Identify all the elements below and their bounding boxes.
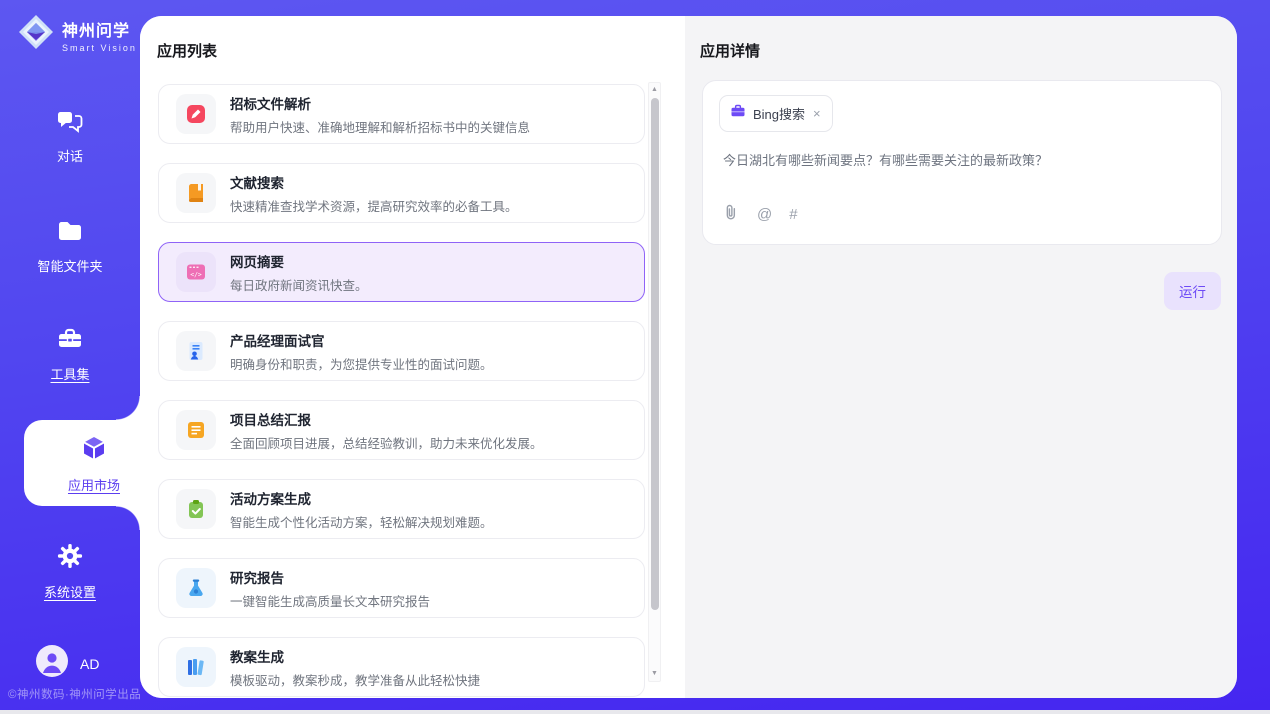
content-panel: 应用列表 招标文件解析 帮助用户快速、准确地理解和解析招标书中的关键信息 <box>140 16 1237 698</box>
app-card-desc: 明确身份和职责，为您提供专业性的面试问题。 <box>230 354 493 373</box>
cube-icon <box>79 433 109 468</box>
app-frame: 神州问学 Smart Vision 对话 智能文件夹 <box>0 0 1270 710</box>
mention-icon[interactable]: @ <box>757 207 772 222</box>
brand-logo: 神州问学 Smart Vision <box>16 12 137 57</box>
edit-doc-icon <box>176 94 216 134</box>
app-card-desc: 快速精准查找学术资源，提高研究效率的必备工具。 <box>230 196 518 215</box>
interviewer-icon <box>176 331 216 371</box>
app-card-title: 活动方案生成 <box>230 488 493 508</box>
sidebar-item-label: 工具集 <box>50 364 89 383</box>
scrollbar-thumb[interactable] <box>651 98 659 610</box>
app-card-lesson-plan[interactable]: 教案生成 模板驱动，教案秒成，教学准备从此轻松快捷 <box>158 637 645 697</box>
app-card-bid-analysis[interactable]: 招标文件解析 帮助用户快速、准确地理解和解析招标书中的关键信息 <box>158 84 645 144</box>
scroll-down-icon[interactable]: ▼ <box>649 667 660 681</box>
app-card-desc: 每日政府新闻资讯快查。 <box>230 275 368 294</box>
app-list-panel: 应用列表 招标文件解析 帮助用户快速、准确地理解和解析招标书中的关键信息 <box>140 16 685 698</box>
sidebar-item-toolset[interactable]: 工具集 <box>0 326 140 383</box>
app-card-title: 产品经理面试官 <box>230 330 493 350</box>
prompt-text[interactable]: 今日湖北有哪些新闻要点？有哪些需要关注的最新政策？ <box>723 151 1201 171</box>
app-card-title: 文献搜索 <box>230 172 518 192</box>
sidebar-item-settings[interactable]: 系统设置 <box>0 542 140 601</box>
sidebar-item-label: 对话 <box>57 146 83 165</box>
book-icon <box>176 173 216 213</box>
app-card-title: 研究报告 <box>230 567 430 587</box>
prompt-toolbar: @ # <box>723 203 798 226</box>
tool-chip-bing-search[interactable]: Bing搜索 × <box>719 95 833 132</box>
avatar <box>36 645 68 682</box>
svg-text:</>: </> <box>190 271 202 279</box>
run-button[interactable]: 运行 <box>1164 272 1221 310</box>
sidebar-item-label: 应用市场 <box>68 475 120 494</box>
app-card-literature-search[interactable]: 文献搜索 快速精准查找学术资源，提高研究效率的必备工具。 <box>158 163 645 223</box>
close-icon[interactable]: × <box>812 106 822 121</box>
app-card-title: 教案生成 <box>230 646 480 666</box>
brand-subtitle: Smart Vision <box>62 43 137 53</box>
app-card-desc: 全面回顾项目进展，总结经验教训，助力未来优化发展。 <box>230 433 543 452</box>
scroll-up-icon[interactable]: ▲ <box>649 83 660 97</box>
app-card-title: 招标文件解析 <box>230 93 530 113</box>
chat-icon <box>56 108 84 139</box>
sidebar-item-label: 智能文件夹 <box>37 256 102 275</box>
app-list-title: 应用列表 <box>157 40 217 61</box>
copyright-footer: ©神州数码·神州问学出品 <box>8 686 141 702</box>
app-detail-title: 应用详情 <box>700 40 760 61</box>
app-card-desc: 模板驱动，教案秒成，教学准备从此轻松快捷 <box>230 670 480 689</box>
app-card-list: 招标文件解析 帮助用户快速、准确地理解和解析招标书中的关键信息 文献搜索 <box>158 84 645 698</box>
books-icon <box>176 647 216 687</box>
sidebar-active-tab: 应用市场 <box>24 420 140 506</box>
app-list-scrollbar[interactable]: ▲ ▼ <box>648 82 661 682</box>
toolbox-icon <box>56 326 84 357</box>
clipboard-icon <box>176 489 216 529</box>
app-card-web-summary[interactable]: </> 网页摘要 每日政府新闻资讯快查。 <box>158 242 645 302</box>
paperclip-icon[interactable] <box>723 203 740 226</box>
gear-icon <box>56 542 84 575</box>
note-icon <box>176 410 216 450</box>
prompt-card: Bing搜索 × 今日湖北有哪些新闻要点？有哪些需要关注的最新政策？ @ # <box>702 80 1222 245</box>
sidebar: 神州问学 Smart Vision 对话 智能文件夹 <box>0 0 140 710</box>
app-card-desc: 一键智能生成高质量长文本研究报告 <box>230 591 430 610</box>
user-initials: AD <box>80 656 99 672</box>
app-card-desc: 帮助用户快速、准确地理解和解析招标书中的关键信息 <box>230 117 530 136</box>
brand-name: 神州问学 <box>62 17 137 41</box>
sidebar-item-label: 系统设置 <box>44 582 96 601</box>
browser-code-icon: </> <box>176 252 216 292</box>
user-account[interactable]: AD <box>36 645 99 682</box>
brand-diamond-icon <box>16 12 56 57</box>
app-detail-panel: 应用详情 Bing搜索 × 今日湖北有哪些新闻要点？有哪些需要关注的最新政策？ <box>685 16 1237 698</box>
app-card-research-report[interactable]: 研究报告 一键智能生成高质量长文本研究报告 <box>158 558 645 618</box>
hash-icon[interactable]: # <box>789 207 797 222</box>
briefcase-icon <box>730 103 746 124</box>
app-card-title: 项目总结汇报 <box>230 409 543 429</box>
app-card-desc: 智能生成个性化活动方案，轻松解决规划难题。 <box>230 512 493 531</box>
tool-chip-label: Bing搜索 <box>753 104 805 123</box>
app-card-pm-interviewer[interactable]: 产品经理面试官 明确身份和职责，为您提供专业性的面试问题。 <box>158 321 645 381</box>
sidebar-item-chat[interactable]: 对话 <box>0 108 140 165</box>
flask-icon <box>176 568 216 608</box>
app-card-title: 网页摘要 <box>230 251 368 271</box>
app-card-project-summary[interactable]: 项目总结汇报 全面回顾项目进展，总结经验教训，助力未来优化发展。 <box>158 400 645 460</box>
sidebar-item-smart-folder[interactable]: 智能文件夹 <box>0 218 140 275</box>
app-card-event-plan[interactable]: 活动方案生成 智能生成个性化活动方案，轻松解决规划难题。 <box>158 479 645 539</box>
folder-icon <box>56 218 84 249</box>
